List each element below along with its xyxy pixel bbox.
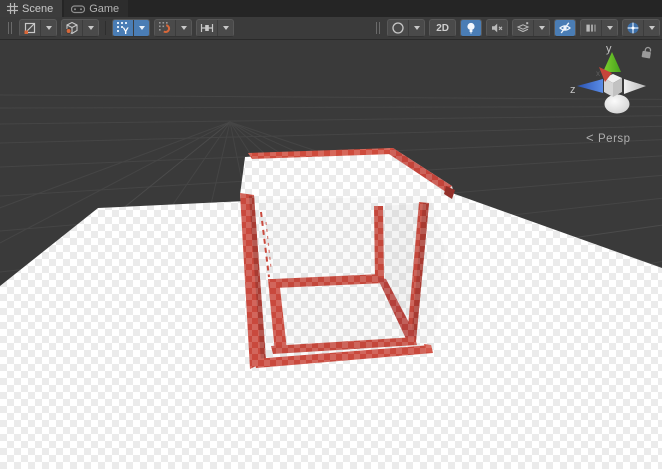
grid-icon — [7, 3, 18, 14]
ruler-icon — [197, 20, 217, 36]
measure-tool-dropdown[interactable] — [217, 20, 233, 36]
axis-z-label: z — [570, 84, 576, 96]
tab-scene[interactable]: Scene — [0, 0, 62, 17]
tab-game[interactable]: Game — [64, 0, 128, 17]
overlay-drag-handle[interactable] — [376, 22, 381, 34]
grid-y-icon: Y — [113, 20, 133, 36]
chevron-down-icon — [223, 26, 229, 30]
shape-tool-button[interactable] — [61, 19, 99, 37]
scene-render: y x z < Persp — [0, 40, 662, 469]
svg-text:Y: Y — [123, 26, 130, 35]
grid-visibility-button[interactable] — [580, 19, 618, 37]
sphere-icon — [388, 20, 408, 36]
grid-y-tool-button[interactable]: Y — [112, 19, 150, 37]
tool-settings-overlay: Y — [6, 19, 234, 37]
grid-y-dropdown[interactable] — [133, 20, 149, 36]
speaker-muted-icon — [487, 20, 507, 36]
scene-visibility-button[interactable] — [554, 19, 576, 37]
measure-tool-button[interactable] — [196, 19, 234, 37]
chevron-down-icon — [139, 26, 145, 30]
chevron-down-icon — [539, 26, 545, 30]
grid-bars-icon — [581, 20, 601, 36]
view-tabbar: Scene Game — [0, 0, 662, 17]
axis-cone-front[interactable] — [605, 95, 630, 114]
2d-toggle-button[interactable]: 2D — [429, 19, 456, 37]
effects-dropdown[interactable] — [533, 20, 549, 36]
toolbar-separator — [105, 21, 106, 35]
square-diagonal-icon — [20, 20, 40, 36]
rect-tool-button[interactable] — [19, 19, 57, 37]
chevron-down-icon — [414, 26, 420, 30]
2d-toggle-label: 2D — [433, 23, 452, 34]
rect-tool-dropdown[interactable] — [40, 20, 56, 36]
layers-icon — [513, 20, 533, 36]
dotted-magnet-icon — [155, 20, 175, 36]
snap-tool-dropdown[interactable] — [175, 20, 191, 36]
cube-outline-icon — [62, 20, 82, 36]
grid-visibility-dropdown[interactable] — [601, 20, 617, 36]
voxel-cube[interactable] — [238, 145, 458, 373]
overlay-drag-handle[interactable] — [8, 22, 13, 34]
gizmos-dropdown[interactable] — [643, 20, 659, 36]
tab-scene-label: Scene — [22, 3, 53, 15]
gamepad-icon — [71, 4, 85, 14]
effects-button[interactable] — [512, 19, 550, 37]
snap-tool-button[interactable] — [154, 19, 192, 37]
lighting-toggle-button[interactable] — [460, 19, 482, 37]
projection-label[interactable]: Persp — [598, 133, 631, 145]
bulb-icon — [461, 20, 481, 36]
chevron-down-icon — [46, 26, 52, 30]
chevron-down-icon — [181, 26, 187, 30]
chevron-down-icon — [88, 26, 94, 30]
shape-tool-dropdown[interactable] — [82, 20, 98, 36]
axis-y-label: y — [606, 43, 612, 55]
chevron-down-icon — [649, 26, 655, 30]
projection-arrow[interactable]: < — [586, 130, 594, 145]
audio-toggle-button[interactable] — [486, 19, 508, 37]
axis-x-label: x — [596, 69, 600, 78]
gizmo-sphere-icon — [623, 20, 643, 36]
tab-game-label: Game — [89, 3, 119, 15]
draw-mode-dropdown[interactable] — [408, 20, 424, 36]
unity-scene-view-window: Scene Game — [0, 0, 662, 469]
chevron-down-icon — [607, 26, 613, 30]
gizmos-button[interactable] — [622, 19, 660, 37]
draw-mode-button[interactable] — [387, 19, 425, 37]
eye-slash-icon — [555, 20, 575, 36]
view-options-overlay: 2D — [374, 19, 660, 37]
scene-toolbar: Y — [0, 17, 662, 40]
scene-viewport[interactable]: y x z < Persp — [0, 40, 662, 469]
